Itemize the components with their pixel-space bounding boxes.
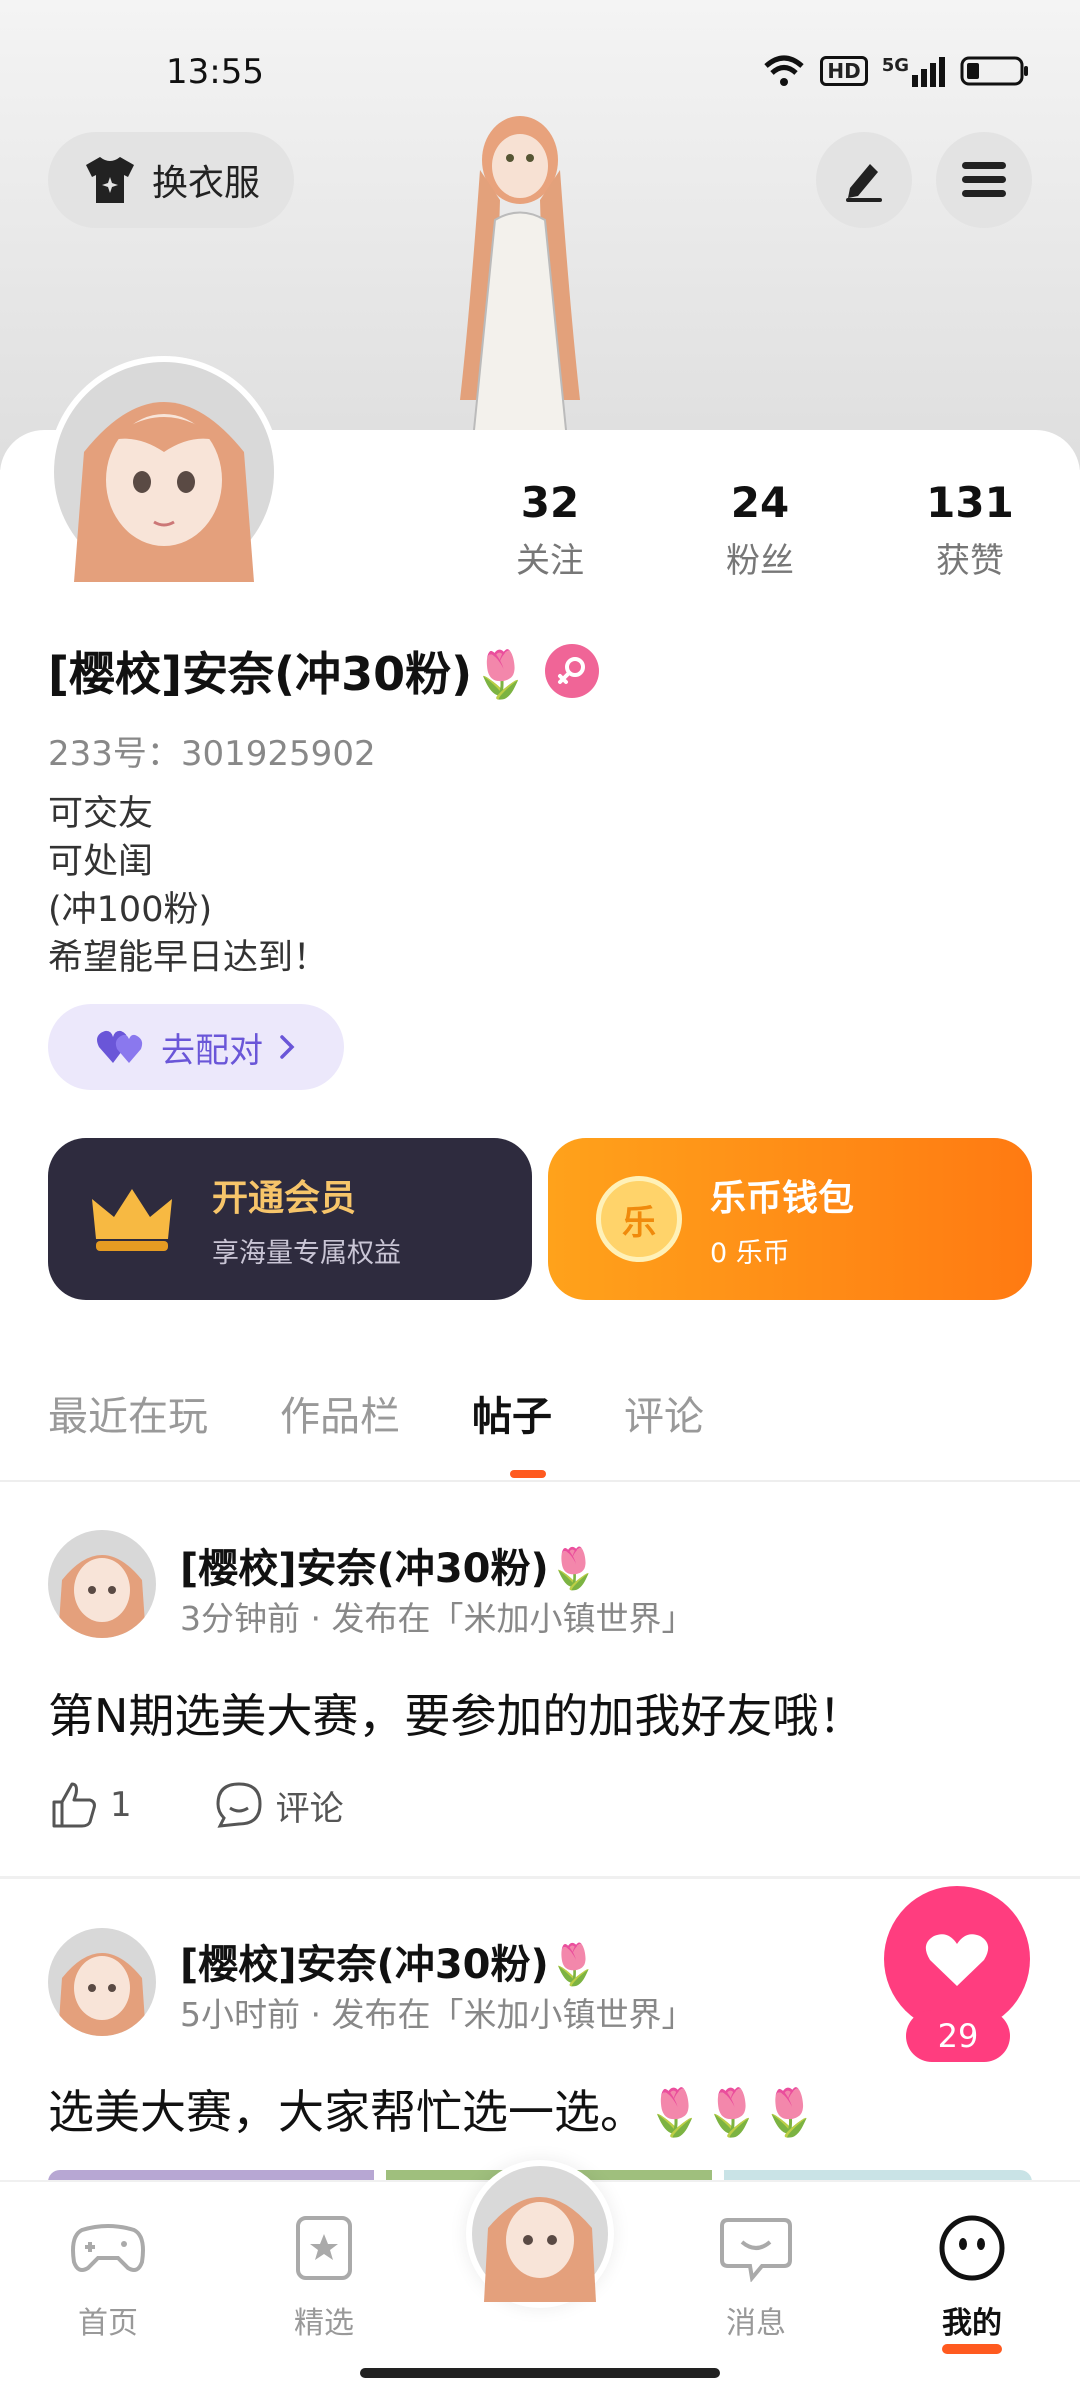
- female-icon: [545, 644, 600, 698]
- network-label: 5G: [882, 55, 946, 87]
- nav-avatar-image: [472, 2166, 608, 2302]
- network-type: 5G: [881, 55, 909, 76]
- username-row: [樱校]安奈(冲30粉)🌷: [48, 638, 600, 704]
- home-indicator: [360, 2368, 720, 2378]
- battery-icon: [960, 56, 1028, 86]
- post-meta: 5小时前 · 发布在「米加小镇世界」: [180, 1995, 695, 2034]
- tabs-divider: [0, 1480, 1080, 1482]
- vip-title: 开通会员: [212, 1177, 357, 1219]
- crown-icon: [92, 1189, 172, 1251]
- nav-messages-label: 消息: [726, 2306, 786, 2341]
- followers-stat[interactable]: 24 粉丝: [690, 478, 830, 582]
- nav-home[interactable]: 首页: [38, 2212, 178, 2342]
- post-text: 选美大赛，大家帮忙选一选。🌷🌷🌷: [48, 2085, 818, 2139]
- hd-badge: HD: [820, 56, 868, 86]
- nav-messages[interactable]: 消息: [686, 2212, 826, 2342]
- nav-mine-label: 我的: [942, 2306, 1002, 2341]
- bio-line: (冲100粉): [48, 890, 213, 930]
- tab-works[interactable]: 作品栏: [280, 1384, 400, 1442]
- likes-count: 131: [926, 478, 1014, 527]
- wallet-title: 乐币钱包: [710, 1177, 855, 1219]
- tab-comments[interactable]: 评论: [624, 1384, 704, 1442]
- thumbs-up-icon[interactable]: [48, 1780, 98, 1830]
- followers-label: 粉丝: [726, 541, 794, 581]
- bio-line: 希望能早日达到！: [48, 938, 329, 978]
- nav-mine[interactable]: 我的: [902, 2212, 1042, 2354]
- wallet-card[interactable]: 乐 乐币钱包 0 乐币: [548, 1138, 1032, 1300]
- post-text: 第N期选美大赛，要参加的加我好友哦！: [48, 1689, 865, 1743]
- match-button[interactable]: 去配对: [48, 1004, 344, 1090]
- tshirt-icon: [85, 157, 134, 203]
- chevron-right-icon: [280, 1035, 295, 1059]
- gamepad-icon: [71, 2224, 145, 2272]
- hamburger-icon: [962, 162, 1006, 197]
- star-card-icon: [296, 2216, 352, 2280]
- post-avatar[interactable]: [48, 1928, 156, 2036]
- post-avatar[interactable]: [48, 1530, 156, 1638]
- change-outfit-label: 换衣服: [151, 163, 260, 204]
- coin-icon: 乐: [596, 1176, 682, 1262]
- nav-home-label: 首页: [78, 2306, 138, 2341]
- wifi-icon: [764, 55, 805, 86]
- post-author: [樱校]安奈(冲30粉)🌷: [180, 1942, 599, 1988]
- bio: 可交友 可处闺 (冲100粉) 希望能早日达到！: [48, 790, 328, 982]
- user-id: 233号：301925902: [48, 734, 376, 774]
- like-count: 1: [110, 1785, 132, 1825]
- active-tab-indicator: [510, 1470, 546, 1478]
- post-actions: 1 评论: [48, 1780, 344, 1830]
- comment-icon[interactable]: [214, 1780, 264, 1830]
- nav-featured[interactable]: 精选: [254, 2212, 394, 2342]
- fab-count: 29: [906, 2010, 1010, 2062]
- comment-label[interactable]: 评论: [276, 1781, 344, 1830]
- likes-label: 获赞: [936, 541, 1004, 581]
- tab-posts[interactable]: 帖子: [472, 1384, 552, 1442]
- vip-card[interactable]: 开通会员 享海量专属权益: [48, 1138, 532, 1300]
- post-meta: 3分钟前 · 发布在「米加小镇世界」: [180, 1599, 695, 1638]
- heart-icon: [925, 1934, 989, 1986]
- menu-button[interactable]: [936, 132, 1032, 228]
- avatar-image: [54, 362, 274, 582]
- profile-tabs: 最近在玩 作品栏 帖子 评论: [48, 1384, 704, 1442]
- coin-char: 乐: [622, 1202, 656, 1243]
- following-stat[interactable]: 32 关注: [480, 478, 620, 582]
- pencil-icon: [846, 164, 882, 202]
- vip-subtitle: 享海量专属权益: [212, 1237, 401, 1269]
- change-outfit-button[interactable]: 换衣服: [48, 132, 294, 228]
- status-icons: HD 5G: [762, 54, 1030, 88]
- username: [樱校]安奈(冲30粉)🌷: [48, 647, 530, 701]
- active-nav-indicator: [942, 2344, 1002, 2354]
- likes-stat[interactable]: 131 获赞: [900, 478, 1040, 582]
- chat-icon: [720, 2218, 792, 2283]
- following-label: 关注: [516, 541, 584, 581]
- nav-avatar-button[interactable]: [466, 2160, 614, 2308]
- signal-icon: [912, 57, 945, 87]
- tab-recent[interactable]: 最近在玩: [48, 1384, 208, 1442]
- bio-line: 可交友: [48, 794, 154, 834]
- avatar-3d-figure: [460, 116, 580, 470]
- bio-line: 可处闺: [48, 842, 154, 882]
- post-author: [樱校]安奈(冲30粉)🌷: [180, 1546, 599, 1592]
- profile-avatar[interactable]: [48, 356, 280, 588]
- nav-featured-label: 精选: [294, 2306, 354, 2341]
- followers-count: 24: [730, 478, 790, 527]
- wallet-balance: 0 乐币: [710, 1237, 790, 1269]
- status-bar: 13:55 HD 5G: [0, 48, 1080, 98]
- following-count: 32: [520, 478, 580, 527]
- post-divider: [0, 1876, 1080, 1879]
- status-time: 13:55: [166, 52, 264, 92]
- edit-button[interactable]: [816, 132, 912, 228]
- smiley-icon: [939, 2215, 1005, 2281]
- match-label: 去配对: [161, 1030, 263, 1071]
- hearts-icon: [97, 1030, 143, 1063]
- profile-stats: 32 关注 24 粉丝 131 获赞: [480, 478, 1040, 582]
